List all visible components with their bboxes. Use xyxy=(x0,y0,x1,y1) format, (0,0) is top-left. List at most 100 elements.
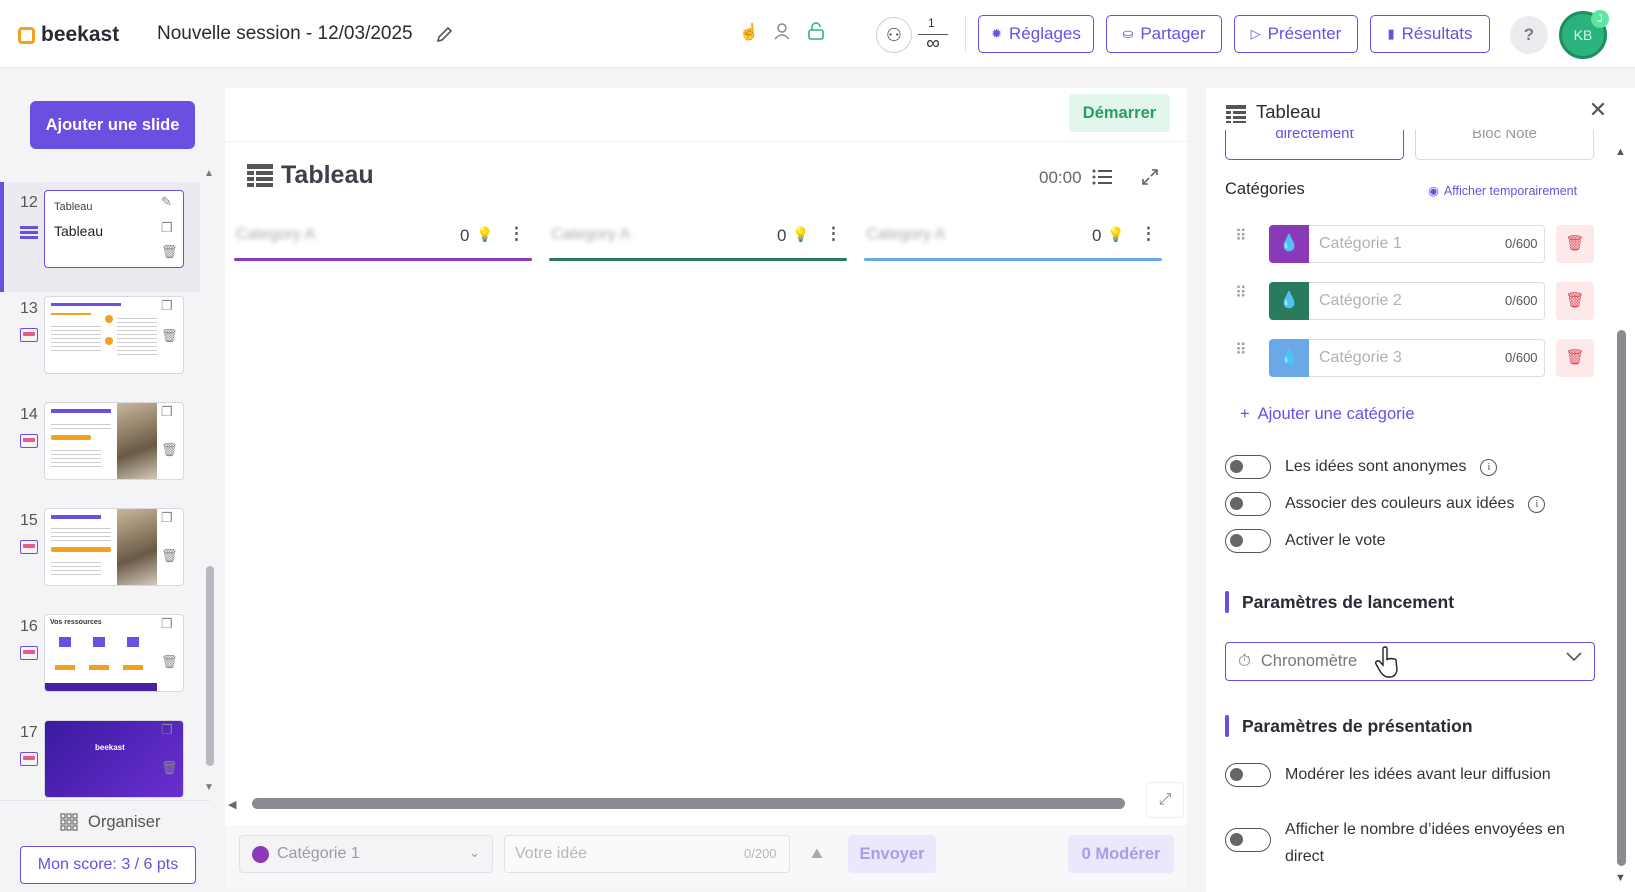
trash-icon[interactable]: 🗑 xyxy=(1556,339,1594,377)
duplicate-icon[interactable]: ❐ xyxy=(161,616,173,632)
board-divider xyxy=(225,141,1187,142)
category-char-count: 0/600 xyxy=(1505,236,1538,251)
show-temporarily-link[interactable]: ◉ Afficher temporairement xyxy=(1428,183,1577,199)
info-icon[interactable]: i xyxy=(1480,458,1498,476)
board-horizontal-scrollbar[interactable]: ◀ xyxy=(228,796,1128,812)
category-select[interactable]: Catégorie 1 ⌄ xyxy=(239,835,493,873)
more-options-icon[interactable]: ⋮ xyxy=(508,224,525,244)
show-count-toggle[interactable] xyxy=(1225,828,1271,852)
trash-icon[interactable]: 🗑 xyxy=(1556,225,1594,263)
panel-scrollbar[interactable]: ▲ ▼ xyxy=(1614,146,1628,888)
info-icon[interactable]: i xyxy=(1528,495,1546,513)
gear-icon: ✹ xyxy=(991,26,1003,41)
drag-handle-icon[interactable]: ⠿ xyxy=(1235,286,1247,302)
score-button[interactable]: Mon score: 3 / 6 pts xyxy=(20,846,196,884)
slide-list-scrollbar[interactable] xyxy=(206,566,214,766)
show-count-label: Afficher le nombre d’idées envoyées en d… xyxy=(1285,821,1565,865)
send-button[interactable]: Envoyer xyxy=(848,835,936,873)
scroll-down-arrow[interactable]: ▼ xyxy=(1615,872,1626,884)
drag-handle-icon[interactable]: ⠿ xyxy=(1235,229,1247,245)
trash-icon[interactable]: 🗑 xyxy=(161,328,178,344)
trash-icon[interactable]: 🗑 xyxy=(161,548,178,564)
board-column-2[interactable]: Category A 0 💡 ⋮ xyxy=(549,222,847,262)
duplicate-icon[interactable]: ❐ xyxy=(161,404,173,420)
add-slide-button[interactable]: Ajouter une slide xyxy=(30,101,195,149)
bar-chart-icon: ▮ xyxy=(1387,26,1395,41)
table-icon xyxy=(1226,105,1246,123)
collapse-icon[interactable]: ⤢ xyxy=(1146,782,1184,818)
slide-item-13[interactable]: 13 ❐ 🗑 xyxy=(0,288,200,398)
moderate-toggle[interactable] xyxy=(1225,763,1271,787)
duplicate-icon[interactable]: ❐ xyxy=(161,298,173,314)
color-picker-drop-icon[interactable]: 💧 xyxy=(1269,225,1309,263)
thumb-text: beekast xyxy=(95,743,125,752)
board-column-3[interactable]: Category A 0 💡 ⋮ xyxy=(864,222,1162,262)
slide-item-12[interactable]: 12 Tableau Tableau ✎ ❐ 🗑 xyxy=(0,182,200,292)
duplicate-icon[interactable]: ❐ xyxy=(161,722,173,738)
colors-label: Associer des couleurs aux idées xyxy=(1285,495,1515,512)
organise-button[interactable]: Organiser xyxy=(60,810,160,834)
trash-icon[interactable]: 🗑 xyxy=(161,244,178,260)
trash-icon[interactable]: 🗑 xyxy=(161,442,178,458)
slide-number: 13 xyxy=(20,300,38,317)
image-off-icon[interactable]: ⛰ xyxy=(811,845,823,862)
user-icon[interactable] xyxy=(771,22,793,46)
board-title: Tableau xyxy=(281,161,374,189)
organise-label: Organiser xyxy=(88,812,161,831)
more-options-icon[interactable]: ⋮ xyxy=(1140,224,1157,244)
settings-button[interactable]: ✹ Réglages xyxy=(978,15,1094,53)
expand-icon[interactable] xyxy=(1141,168,1159,186)
column-count: 0 xyxy=(777,226,787,245)
scroll-left-arrow[interactable]: ◀ xyxy=(228,798,236,811)
beekast-logo[interactable]: beekast xyxy=(18,20,119,50)
mode-option-direct[interactable]: directement xyxy=(1225,130,1404,160)
launch-mode-select[interactable]: ⏱ Chronomètre xyxy=(1225,642,1595,681)
trash-icon[interactable]: 🗑 xyxy=(161,654,178,670)
slide-type-icon xyxy=(20,646,38,660)
present-button[interactable]: ▷ Présenter xyxy=(1234,15,1358,53)
mode-option-notepad[interactable]: Bloc Note xyxy=(1415,130,1594,160)
column-name: Category A xyxy=(551,226,631,243)
pencil-icon[interactable] xyxy=(435,24,455,44)
trash-icon[interactable]: 🗑 xyxy=(1556,282,1594,320)
slide-type-icon xyxy=(20,752,38,766)
colors-toggle[interactable] xyxy=(1225,492,1271,516)
scroll-up-arrow[interactable]: ▲ xyxy=(1615,146,1626,158)
color-picker-drop-icon[interactable]: 💧 xyxy=(1269,339,1309,377)
close-icon[interactable]: ✕ xyxy=(1587,99,1609,122)
scrollbar-thumb[interactable] xyxy=(252,798,1125,809)
app-window: beekast Nouvelle session - 12/03/2025 ☝ … xyxy=(0,0,1635,892)
scroll-down-arrow[interactable]: ▼ xyxy=(204,782,214,793)
slide-item-17[interactable]: 17 beekast ❐ 🗑 xyxy=(0,712,200,802)
pencil-icon[interactable]: ✎ xyxy=(161,194,172,210)
board-column-1[interactable]: Category A 0 💡 ⋮ xyxy=(234,222,532,262)
participants-max: ∞ xyxy=(918,34,948,53)
scrollbar-thumb[interactable] xyxy=(1617,330,1626,866)
hand-raise-icon[interactable]: ☝ xyxy=(738,22,760,46)
add-category-button[interactable]: + Ajouter une catégorie xyxy=(1240,405,1415,424)
slide-item-14[interactable]: 14 ❐ 🗑 xyxy=(0,394,200,504)
category-char-count: 0/600 xyxy=(1505,350,1538,365)
drag-handle-icon[interactable]: ⠿ xyxy=(1235,343,1247,359)
help-button[interactable]: ? xyxy=(1510,16,1548,54)
results-button[interactable]: ▮ Résultats xyxy=(1370,15,1490,53)
vote-toggle[interactable] xyxy=(1225,529,1271,553)
duplicate-icon[interactable]: ❐ xyxy=(161,220,173,236)
unlock-icon[interactable] xyxy=(805,22,827,46)
trash-icon[interactable]: 🗑 xyxy=(161,760,178,776)
color-picker-drop-icon[interactable]: 💧 xyxy=(1269,282,1309,320)
scroll-up-arrow[interactable]: ▲ xyxy=(204,168,214,179)
anonymous-toggle[interactable] xyxy=(1225,455,1271,479)
avatar-badge: J xyxy=(1591,10,1609,28)
participants-counter[interactable]: ⚇ 1 ∞ xyxy=(876,14,948,54)
slide-item-16[interactable]: 16 Vos ressources ❐ 🗑 xyxy=(0,606,200,716)
show-count-toggle-row: Afficher le nombre d’idées envoyées en d… xyxy=(1225,816,1605,870)
participants-count: 1 xyxy=(928,16,935,30)
share-button[interactable]: ⛀ Partager xyxy=(1106,15,1222,53)
start-button[interactable]: Démarrer xyxy=(1069,94,1170,132)
duplicate-icon[interactable]: ❐ xyxy=(161,510,173,526)
slide-item-15[interactable]: 15 ❐ 🗑 xyxy=(0,500,200,610)
moderate-button[interactable]: 0 Modérer xyxy=(1068,835,1174,873)
list-icon[interactable] xyxy=(1092,168,1112,186)
more-options-icon[interactable]: ⋮ xyxy=(825,224,842,244)
